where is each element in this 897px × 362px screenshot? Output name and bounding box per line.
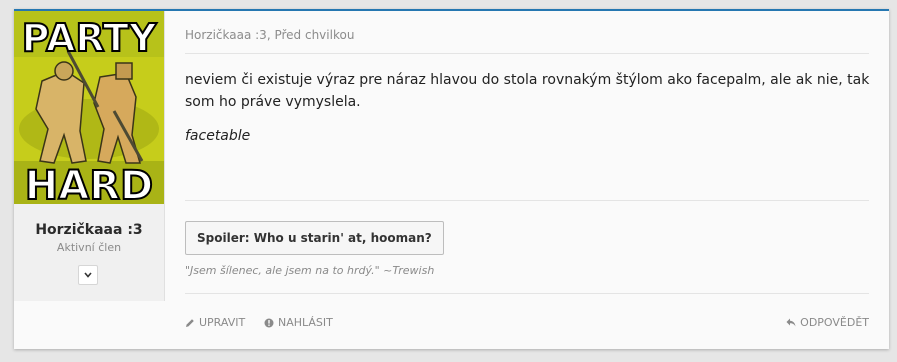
divider: [185, 293, 869, 294]
reply-label: ODPOVĚDĚT: [800, 316, 869, 329]
reply-button[interactable]: ODPOVĚDĚT: [786, 316, 869, 329]
post-body-text: neviem či existuje výraz pre náraz hlavo…: [185, 72, 870, 110]
pencil-icon: [186, 318, 194, 327]
post-main: Horzičkaaa :3, Před chvilkou neviem či e…: [185, 11, 869, 349]
chevron-down-icon: [84, 272, 92, 278]
edit-label: UPRAVIT: [199, 316, 246, 329]
post-card: PARTY HARD Horzičkaaa :3 Aktivní člen Ho…: [14, 9, 889, 349]
avatar-image: PARTY HARD: [14, 11, 164, 204]
alert-icon: [264, 318, 274, 327]
post-time[interactable]: Před chvilkou: [274, 28, 354, 42]
spoiler-button[interactable]: Spoiler: Who u starin' at, hooman?: [185, 221, 444, 255]
user-name[interactable]: Horzičkaaa :3: [14, 222, 164, 238]
report-label: NAHLÁSIT: [278, 316, 333, 329]
post-author-link[interactable]: Horzičkaaa :3: [185, 28, 267, 42]
user-title: Aktivní člen: [56, 241, 122, 254]
post-meta: Horzičkaaa :3, Před chvilkou: [185, 28, 354, 42]
divider: [185, 200, 869, 201]
expand-user-info-button[interactable]: [78, 265, 98, 285]
edit-button[interactable]: UPRAVIT: [185, 316, 245, 329]
reply-arrow-icon: [786, 318, 796, 327]
avatar-top-text: PARTY: [22, 16, 157, 60]
report-button[interactable]: NAHLÁSIT: [264, 316, 333, 329]
divider: [185, 53, 869, 54]
avatar-bottom-text: HARD: [25, 163, 153, 204]
user-signature: "Jsem šílenec, ale jsem na to hrdý." ~Tr…: [185, 264, 435, 277]
avatar[interactable]: PARTY HARD: [14, 11, 164, 204]
post-italic-text: facetable: [185, 128, 251, 144]
user-info-panel: PARTY HARD Horzičkaaa :3 Aktivní člen: [14, 11, 165, 301]
